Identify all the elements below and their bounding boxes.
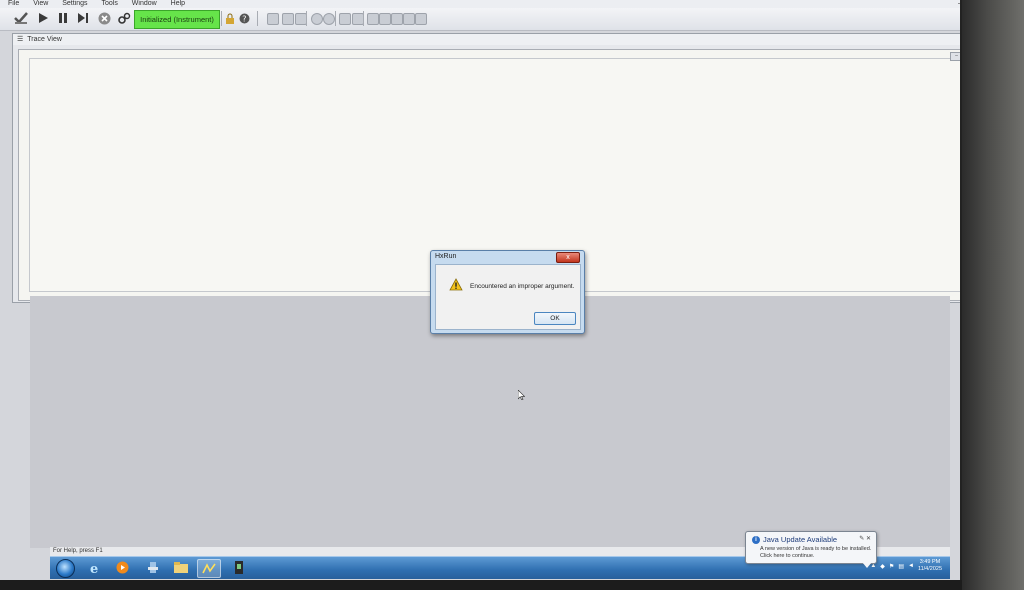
user-icon[interactable] [391,13,403,25]
folder-icon[interactable] [170,559,192,576]
options-icon[interactable]: ✎ [859,536,864,542]
stop-icon[interactable] [97,11,111,25]
notification-line-1: A new version of Java is ready to be ins… [760,546,872,552]
settings-icon[interactable] [267,13,279,25]
child-window-controls: – ▫ x [950,52,960,61]
toolbar-separator [306,11,307,26]
play-icon[interactable] [36,11,50,25]
dialog-title: HxRun [435,253,457,260]
instrument-status: Initialized (Instrument) [134,10,220,29]
error-dialog: HxRun x Encountered an improper argument… [430,250,585,334]
clock[interactable]: 3:49 PM 11/4/2025 [918,559,942,573]
desktop-screen: File View Settings Tools Window Help – I… [0,0,962,580]
grid-icon[interactable] [339,13,351,25]
menu-file[interactable]: File [8,0,19,7]
mouse-pointer-icon [518,390,525,400]
toolbar-separator [335,11,336,26]
menu-bar: File View Settings Tools Window Help [0,0,960,8]
monitor-bezel-right [962,0,1024,590]
menu-help[interactable]: Help [171,0,185,7]
java-update-icon[interactable]: ◆ [880,563,885,570]
gears-icon[interactable] [117,11,131,25]
volume-icon[interactable]: ◄ [908,563,914,569]
notification-close-icon[interactable]: ✕ [866,536,871,542]
zoom-in-icon[interactable] [282,13,294,25]
toolbar: Initialized (Instrument) ? [0,8,960,31]
toolbar-separator [221,11,222,26]
flag-icon[interactable]: ⚑ [889,563,894,570]
clock-date: 11/4/2025 [917,566,942,572]
trace-view-titlebar: ☰ Trace View [13,34,960,45]
ok-button[interactable]: OK [534,312,576,325]
tool-icon[interactable] [367,13,379,25]
network-icon[interactable]: ▤ [898,563,904,570]
monitor-bezel-bottom [0,580,962,590]
menu-tools[interactable]: Tools [101,0,117,7]
window-icon: ☰ [17,36,24,43]
notification-title: Java Update Available [763,535,838,544]
status-text: For Help, press F1 [53,548,103,554]
document-icon[interactable] [379,13,391,25]
trace-view-title: Trace View [27,36,62,43]
help-icon[interactable]: ? [237,11,251,25]
svg-text:?: ? [242,14,246,23]
lock-icon[interactable] [223,11,237,25]
dialog-message: Encountered an improper argument. [470,283,575,290]
hxrun-taskbar-button[interactable] [197,559,221,578]
pause-icon[interactable] [56,11,70,25]
menu-view[interactable]: View [33,0,48,7]
menu-window[interactable]: Window [132,0,157,7]
notification-text: A new version of Java is ready to be ins… [760,546,872,559]
toolbar-separator [363,11,364,26]
info-icon: i [752,536,760,544]
dialog-body: Encountered an improper argument. OK [435,264,581,330]
menu-settings[interactable]: Settings [62,0,87,7]
device-icon[interactable] [228,559,250,576]
svg-text:e: e [90,562,98,575]
child-minimize-button[interactable]: – [950,52,960,61]
start-button[interactable] [56,559,75,578]
internet-explorer-icon[interactable]: e [84,559,106,576]
media-player-icon[interactable] [111,559,133,576]
warning-icon [449,278,463,291]
notification-tail [862,562,872,568]
notification-line-2[interactable]: Click here to continue. [760,553,872,560]
dialog-close-button[interactable]: x [556,252,580,263]
system-tray: ▲ ◆ ⚑ ▤ ◄ 3:49 PM 11/4/2025 [870,559,942,573]
exit-icon[interactable] [415,13,427,25]
notification-controls: ✎ ✕ [859,535,871,542]
circle-icon[interactable] [311,13,323,25]
clock-time: 3:49 PM [919,559,941,565]
step-icon[interactable] [76,11,90,25]
circle-icon[interactable] [323,13,335,25]
app-icon[interactable] [142,559,164,576]
check-icon[interactable] [14,11,28,25]
java-update-notification[interactable]: i Java Update Available ✎ ✕ A new versio… [745,531,877,568]
list-icon[interactable] [403,13,415,25]
toolbar-separator [257,11,258,26]
